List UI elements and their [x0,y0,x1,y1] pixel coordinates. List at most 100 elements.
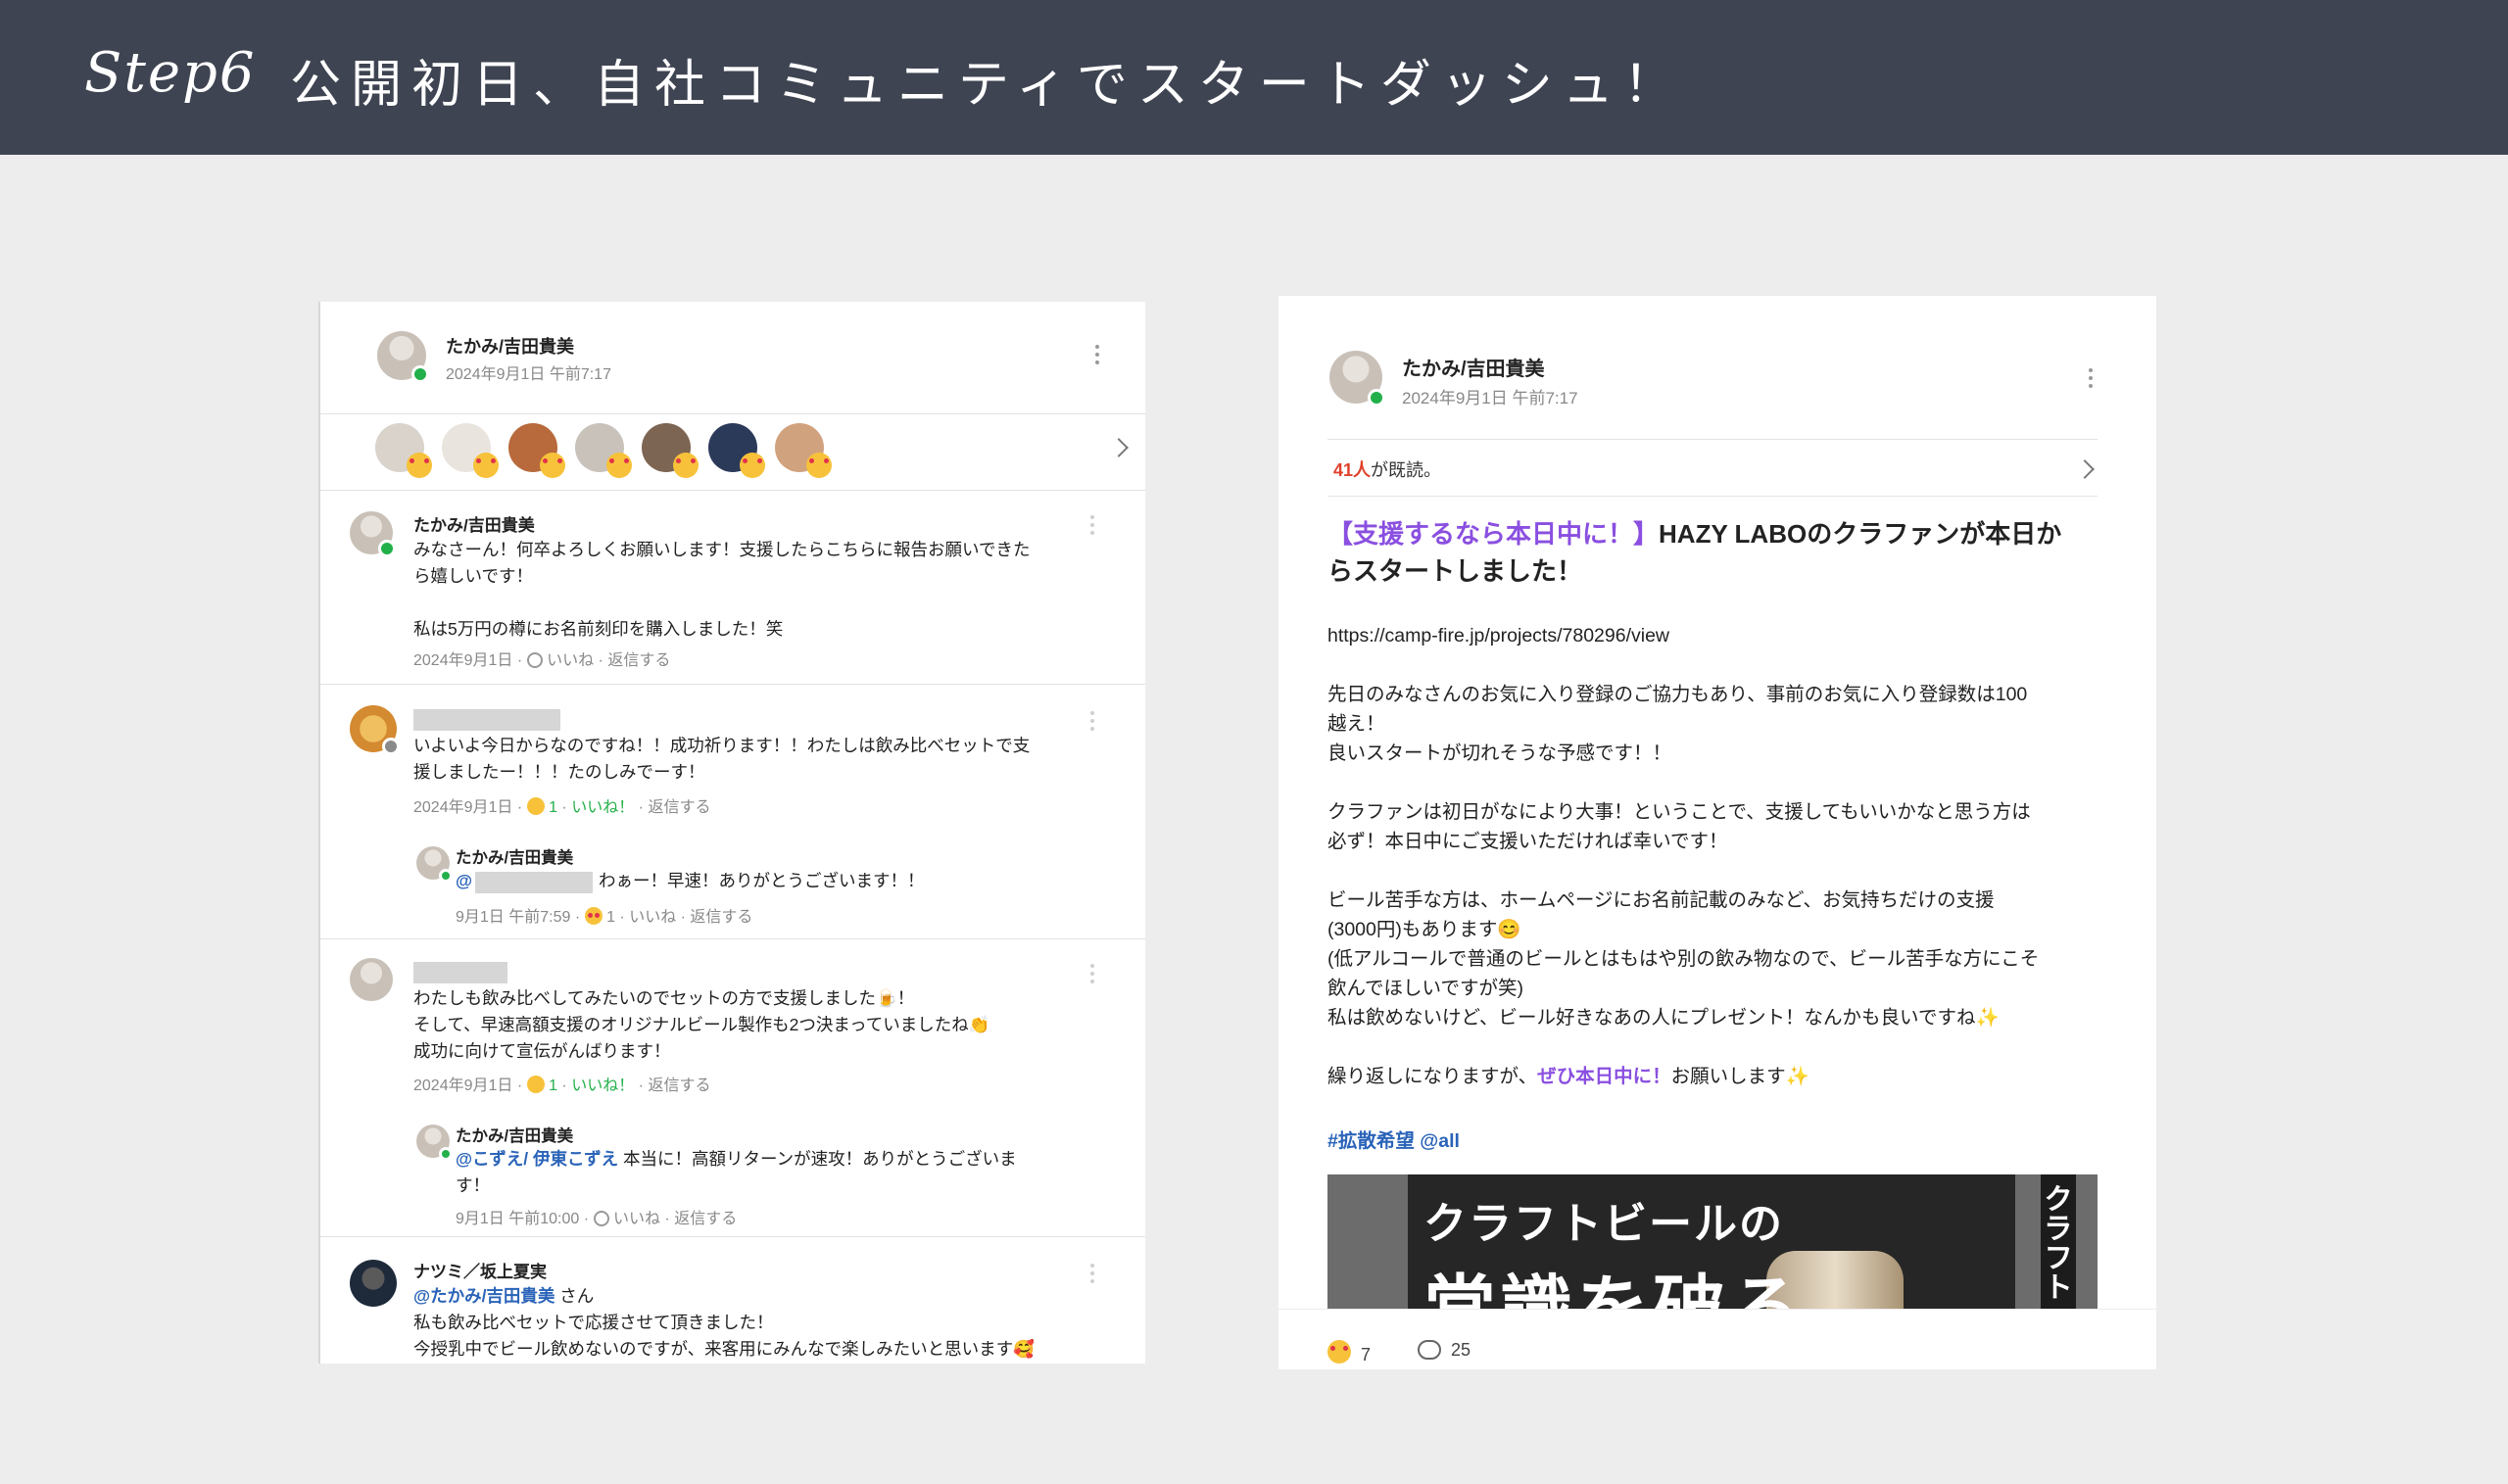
body-line: 飲んでほしいですが笑) [1327,978,1523,999]
comment-author[interactable]: ナツミ／坂上夏実 [413,1258,547,1282]
blurred-name [413,709,560,731]
reply-meta: 9月1日 午前10:00 · いいね · 返信する [456,1211,738,1227]
like-button[interactable]: いいね [613,1211,660,1227]
mention-link[interactable]: @ [456,871,472,890]
mention-link[interactable]: @たかみ/吉田貴美 [413,1286,555,1306]
like-button[interactable]: いいね！ [571,799,634,816]
reply-button[interactable]: 返信する [674,1211,737,1227]
comment-icon [1418,1340,1441,1360]
heart-eyes-icon [1327,1340,1351,1364]
body-line: 越え！ [1327,713,1385,735]
avatar[interactable] [377,331,429,383]
reply-button[interactable]: 返信する [648,799,710,816]
avatar[interactable] [350,1260,397,1307]
mention-link[interactable]: @こずえ/ 伊東こずえ [456,1149,618,1169]
reaction-count: 1 [606,909,615,926]
heart-eyes-icon [806,453,832,478]
avatar[interactable] [1329,351,1385,407]
reply-button[interactable]: 返信する [648,1077,710,1094]
project-link[interactable]: https://camp-fire.jp/projects/780296/vie… [1327,621,1669,650]
chevron-right-icon[interactable] [2075,459,2095,479]
read-count-number: 41人 [1333,460,1372,480]
comment-line: 私は5万円の樽にお名前刻印を購入しました！笑 [413,619,784,639]
avatar[interactable] [350,958,393,1001]
comment-line: わたしも飲み比べしてみたいのでセットの方で支援しました🍺！ [413,988,915,1008]
post-date: 2024年9月1日 午前7:17 [446,366,611,383]
comment-line: 今授乳中でビール飲めないのですが、来客用にみんなで楽しみたいと思います🥰 [413,1339,1035,1359]
comment-date: 2024年9月1日 [413,652,513,669]
reactor-avatar [508,423,565,478]
comments-panel: たかみ/吉田貴美 2024年9月1日 午前7:17 たかみ/吉田貴美 みなさーん… [318,302,1145,1364]
divider [320,1236,1145,1237]
more-icon[interactable] [1094,345,1100,368]
reply-meta: 9月1日 午前7:59 · 1 · いいね · 返信する [456,907,753,926]
body-text: 繰り返しになりますが、 [1327,1066,1538,1087]
more-icon[interactable] [1089,1264,1095,1287]
post-author[interactable]: たかみ/吉田貴美 [446,333,574,359]
smile-icon[interactable] [593,1211,609,1226]
divider [320,938,1145,939]
reply-button[interactable]: 返信する [690,909,752,926]
heart-eyes-icon [673,453,699,478]
pleading-face-icon [526,1076,545,1093]
avatar[interactable] [350,705,400,755]
chevron-right-icon[interactable] [1109,438,1129,457]
post-title: 【支援するなら本日中に！】HAZY LABOのクラファンが本日か [1327,515,2061,552]
reply-date: 9月1日 午前7:59 [456,909,571,926]
comment-line: みなさーん！何卒よろしくお願いします！支援したらこちらに報告お願いできた [413,540,1031,559]
reply-author[interactable]: たかみ/吉田貴美 [456,844,573,868]
like-button[interactable]: いいね [629,909,676,926]
comment-mention-line: @たかみ/吉田貴美 さん [413,1283,594,1310]
comment-author[interactable]: たかみ/吉田貴美 [413,511,535,536]
comment-line: 援しましたー！！！たのしみでーす！ [413,762,705,782]
reactor-avatar [575,423,632,478]
read-count[interactable]: 41人が既読。 [1333,456,1441,482]
avatar[interactable] [416,1125,453,1161]
avatar[interactable] [416,846,453,883]
reply-author[interactable]: たかみ/吉田貴美 [456,1123,573,1146]
post-date: 2024年9月1日 午前7:17 [1402,389,1578,407]
read-count-label: が既読。 [1371,460,1442,480]
more-icon[interactable] [1089,964,1095,987]
promo-image[interactable]: クラフトビールの 常識を破る クラフト [1327,1174,2098,1310]
reply-button[interactable]: 返信する [607,652,670,669]
comment-summary[interactable]: 25 [1418,1340,1471,1361]
reaction-count: 1 [549,1077,557,1094]
like-button[interactable]: いいね [547,652,594,669]
mention-suffix: さん [555,1286,595,1306]
post-author[interactable]: たかみ/吉田貴美 [1402,353,1545,381]
comment-count: 25 [1451,1340,1471,1360]
more-icon[interactable] [1089,515,1095,539]
body-line: ビール苦手な方は、ホームページにお名前記載のみなど、お気持ちだけの支援 [1327,889,1995,911]
reaction-summary[interactable]: 7 [1327,1340,1371,1365]
body-line: 先日のみなさんのお気に入り登録のご協力もあり、事前のお気に入り登録数は100 [1327,684,2028,705]
avatar[interactable] [350,511,396,557]
title-highlight: 【支援するなら本日中に！】 [1327,519,1660,549]
reactor-avatar [708,423,765,478]
post-footer [1278,1309,2156,1369]
reply-text: @こずえ/ 伊東こずえ 本当に！高額リターンが速攻！ありがとうございま [456,1146,1017,1173]
pleading-face-icon [526,797,545,815]
reaction-count: 1 [549,799,557,816]
smile-icon[interactable] [526,652,543,668]
hashtags[interactable]: #拡散希望 @all [1327,1125,1460,1153]
divider [320,413,1145,414]
step-label: Step6 [84,41,257,105]
more-icon[interactable] [1089,711,1095,735]
promo-headline: クラフトビールの [1423,1200,1784,1248]
reactor-avatar [375,423,432,478]
body-line: クラファンは初日がなにより大事！ということで、支援してもいいかなと思う方は [1327,801,2031,823]
body-highlight: ぜひ本日中に！ [1537,1066,1671,1087]
heart-eyes-icon [540,453,565,478]
comment-date: 2024年9月1日 [413,799,513,816]
promo-headline-large: 常識を破る [1423,1269,1806,1310]
like-button[interactable]: いいね！ [571,1077,634,1094]
blurred-name [413,962,507,983]
comment-line: 成功に向けて宣伝がんばります！ [413,1041,671,1061]
reactor-avatar [775,423,832,478]
post-title-line2: らスタートしました！ [1327,556,1583,586]
more-icon[interactable] [2088,368,2094,392]
body-text: お願いします✨ [1670,1066,1809,1087]
heart-eyes-icon [407,453,432,478]
header-banner: Step6 公開初日、自社コミュニティでスタートダッシュ！ [0,0,2508,155]
